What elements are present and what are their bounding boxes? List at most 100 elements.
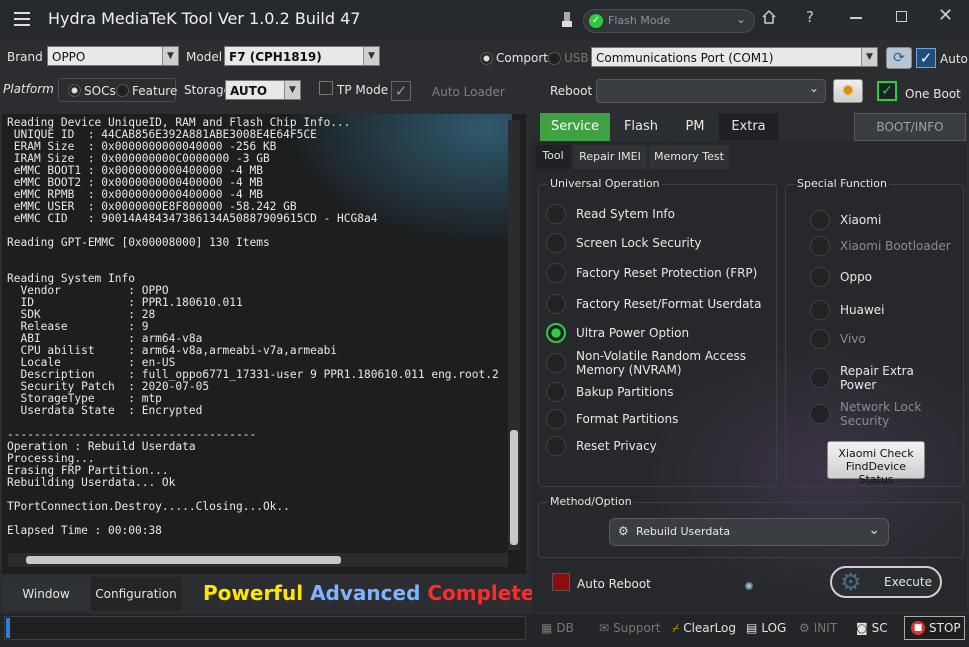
stop-icon: ■ xyxy=(911,621,925,635)
port-select[interactable]: Communications Port (COM1) ▼ xyxy=(591,47,878,67)
tab-configuration[interactable]: Configuration xyxy=(91,577,181,611)
refresh-icon[interactable]: ⟳ xyxy=(886,47,912,69)
option-xiaomi-bootloader[interactable]: Xiaomi Bootloader xyxy=(810,236,951,256)
tab-extra[interactable]: Extra xyxy=(719,113,778,141)
radio-dot xyxy=(810,404,830,424)
usb-label: USB xyxy=(564,51,589,65)
tab-window[interactable]: Window xyxy=(2,577,90,611)
model-value: F7 (CPH1819) xyxy=(229,50,322,64)
radio-dot xyxy=(546,204,566,224)
option-nvram[interactable]: Non-Volatile Random Access Memory (NVRAM… xyxy=(546,349,746,377)
option-ultra-power[interactable]: Ultra Power Option xyxy=(546,323,689,343)
option-frp[interactable]: Factory Reset Protection (FRP) xyxy=(546,263,757,283)
slogan: Powerful Advanced Complete xyxy=(203,581,534,605)
option-format-partitions[interactable]: Format Partitions xyxy=(546,409,678,429)
init-button[interactable]: ⚙ INIT xyxy=(799,617,837,639)
radio-dot xyxy=(546,294,566,314)
option-vivo[interactable]: Vivo xyxy=(810,329,866,349)
tab-repair-imei[interactable]: Repair IMEI xyxy=(573,145,647,169)
tab-tool[interactable]: Tool xyxy=(536,145,570,169)
console-horizontal-scrollbar[interactable] xyxy=(8,553,508,567)
option-huawei[interactable]: Huawei xyxy=(810,300,885,320)
app-title: Hydra MediaTeK Tool Ver 1.0.2 Build 47 xyxy=(48,9,361,28)
usb-radio[interactable] xyxy=(548,52,561,65)
port-value: Communications Port (COM1) xyxy=(596,51,774,65)
option-xiaomi[interactable]: Xiaomi xyxy=(810,210,881,230)
option-factory-reset[interactable]: Factory Reset/Format Userdata xyxy=(546,294,761,314)
sc-button[interactable]: ◙ SC xyxy=(856,617,888,639)
boot-info-button[interactable]: BOOT/INFO xyxy=(854,113,966,141)
option-screen-lock-security[interactable]: Screen Lock Security xyxy=(546,233,702,253)
minimize-icon[interactable] xyxy=(850,17,862,19)
execute-label: Execute xyxy=(884,575,932,589)
option-network-lock-security[interactable]: Network Lock Security xyxy=(810,400,940,428)
one-boot-checkbox[interactable]: ✓ xyxy=(877,81,897,101)
db-label: DB xyxy=(556,621,574,635)
clearlog-button[interactable]: ⌿ ClearLog xyxy=(672,617,736,639)
gear-icon: ⚙ xyxy=(618,524,629,538)
tab-pm[interactable]: PM xyxy=(672,113,718,141)
close-icon[interactable]: ✕ xyxy=(938,5,953,26)
xiaomi-check-finddevice-button[interactable]: Xiaomi Check FindDevice Status xyxy=(827,441,925,486)
log-icon: ▤ xyxy=(746,621,758,635)
support-button[interactable]: ✉ Support xyxy=(599,617,661,639)
brand-label: Brand xyxy=(7,50,43,64)
sparkle xyxy=(745,582,753,590)
auto-loader-checkbox[interactable]: ✓ xyxy=(391,81,411,101)
tab-flash[interactable]: Flash xyxy=(611,113,671,141)
menu-icon[interactable] xyxy=(14,12,30,26)
radio-dot xyxy=(546,233,566,253)
model-label: Model xyxy=(186,50,223,64)
method-select[interactable]: ⚙ Rebuild Userdata ⌄ xyxy=(609,518,889,546)
option-label: Reset Privacy xyxy=(576,439,657,453)
log-console[interactable]: Reading Device UniqueID, RAM and Flash C… xyxy=(2,114,526,574)
option-backup-partitions[interactable]: Bakup Partitions xyxy=(546,382,673,402)
camera-icon: ◙ xyxy=(856,621,868,635)
option-label: Format Partitions xyxy=(576,412,679,426)
support-icon: ✉ xyxy=(599,621,610,635)
log-text: Reading Device UniqueID, RAM and Flash C… xyxy=(7,116,499,537)
progress-fill xyxy=(6,618,10,638)
stop-button[interactable]: ■ STOP xyxy=(904,616,965,640)
maximize-icon[interactable] xyxy=(896,11,907,22)
settings-gear-icon[interactable]: ✹ xyxy=(833,79,863,103)
method-option-title: Method/Option xyxy=(548,495,634,508)
option-read-system-info[interactable]: Read Sytem Info xyxy=(546,204,675,224)
mode-dropdown[interactable]: ✓ Flash Mode ⌄ xyxy=(583,9,755,33)
db-button[interactable]: ▦ DB xyxy=(541,617,574,639)
radio-dot xyxy=(810,267,830,287)
brand-select[interactable]: OPPO ▼ xyxy=(47,46,179,66)
tp-mode-checkbox[interactable] xyxy=(319,81,333,95)
storage-select[interactable]: AUTO ▼ xyxy=(225,80,301,100)
option-oppo[interactable]: Oppo xyxy=(810,267,872,287)
tab-memory-test[interactable]: Memory Test xyxy=(649,145,729,169)
socs-radio[interactable] xyxy=(68,84,81,97)
execute-button[interactable]: ⚙ Execute xyxy=(830,566,942,598)
model-select[interactable]: F7 (CPH1819) ▼ xyxy=(224,46,380,66)
option-label: Screen Lock Security xyxy=(576,236,702,250)
auto-reboot-checkbox[interactable] xyxy=(552,573,570,591)
radio-dot xyxy=(810,210,830,230)
tab-service[interactable]: Service xyxy=(540,113,610,141)
option-repair-extra-power[interactable]: Repair Extra Power xyxy=(810,364,940,392)
mode-status: Flash Mode xyxy=(608,14,671,27)
option-label: Read Sytem Info xyxy=(576,207,675,221)
scroll-thumb[interactable] xyxy=(26,556,341,564)
scroll-thumb[interactable] xyxy=(510,430,518,545)
auto-loader-label: Auto Loader xyxy=(432,85,505,99)
console-vertical-scrollbar[interactable] xyxy=(508,120,520,550)
radio-dot xyxy=(546,382,566,402)
radio-dot xyxy=(810,236,830,256)
comport-radio[interactable] xyxy=(480,52,493,65)
reboot-select[interactable]: ⌄ xyxy=(596,79,826,103)
chevron-down-icon: ▼ xyxy=(861,48,877,66)
option-label: Vivo xyxy=(840,332,866,346)
auto-label: Auto xyxy=(940,52,968,66)
home-icon[interactable] xyxy=(761,9,777,25)
storage-label: Storage xyxy=(184,83,231,97)
help-icon[interactable]: ? xyxy=(806,8,814,26)
log-button[interactable]: ▤ LOG xyxy=(746,617,786,639)
auto-checkbox[interactable]: ✓ xyxy=(916,48,936,68)
feature-radio[interactable] xyxy=(116,84,129,97)
option-reset-privacy[interactable]: Reset Privacy xyxy=(546,436,657,456)
